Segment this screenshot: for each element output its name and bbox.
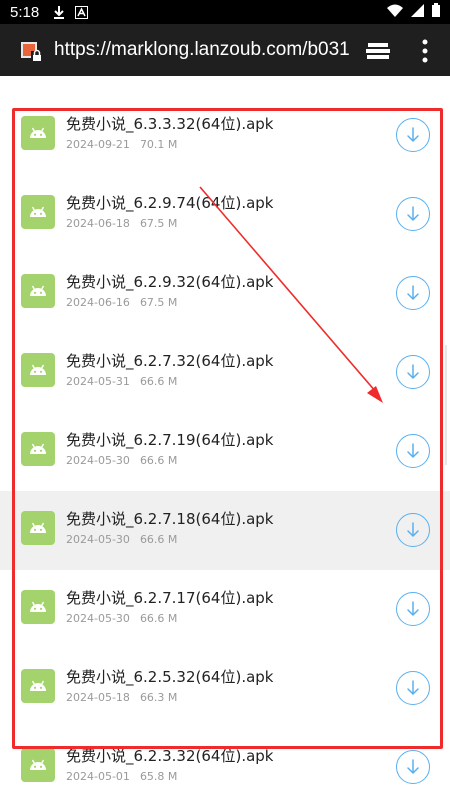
file-meta: 2024-06-18 67.5 M: [66, 217, 177, 231]
download-button[interactable]: [396, 750, 430, 784]
file-size: 65.8 M: [139, 770, 178, 783]
file-date: 2024-06-16: [66, 296, 130, 309]
a-icon: [75, 5, 89, 19]
android-app-icon: [21, 511, 55, 545]
file-row[interactable]: 免费小说_6.3.3.32(64位).apk 2024-09-21 70.1 M: [0, 96, 450, 175]
file-name[interactable]: 免费小说_6.2.9.74(64位).apk: [66, 193, 273, 213]
file-row[interactable]: 免费小说_6.2.9.32(64位).apk 2024-06-16 67.5 M: [0, 254, 450, 333]
file-row[interactable]: 免费小说_6.2.5.32(64位).apk 2024-05-18 66.3 M: [0, 649, 450, 728]
file-date: 2024-05-30: [66, 612, 130, 625]
file-size: 67.5 M: [139, 217, 178, 230]
file-meta: 2024-05-30 66.6 M: [66, 612, 177, 626]
file-row[interactable]: 免费小说_6.2.9.74(64位).apk 2024-06-18 67.5 M: [0, 175, 450, 254]
file-date: 2024-05-31: [66, 375, 130, 388]
file-row[interactable]: 免费小说_6.2.7.32(64位).apk 2024-05-31 66.6 M: [0, 333, 450, 412]
scrollbar[interactable]: [445, 345, 447, 465]
file-size: 66.6 M: [139, 533, 178, 546]
file-size: 66.6 M: [139, 375, 178, 388]
status-bar: 5:18: [0, 0, 450, 24]
download-arrow-icon: [407, 127, 419, 142]
download-button[interactable]: [396, 118, 430, 152]
android-app-icon: [21, 432, 55, 466]
site-icon[interactable]: [20, 40, 44, 64]
file-size: 70.1 M: [139, 138, 178, 151]
file-list: 免费小说_6.3.3.32(64位).apk 2024-09-21 70.1 M …: [0, 96, 450, 800]
file-meta: 2024-05-18 66.3 M: [66, 691, 177, 705]
file-meta: 2024-06-16 67.5 M: [66, 296, 177, 310]
status-time: 5:18: [10, 3, 40, 21]
file-size: 66.6 M: [139, 612, 178, 625]
tabs-icon[interactable]: [365, 40, 391, 62]
url-field[interactable]: https://marklong.lanzoub.com/b031: [54, 38, 349, 62]
overflow-menu-icon[interactable]: [420, 38, 430, 64]
file-meta: 2024-05-01 65.8 M: [66, 770, 177, 784]
download-icon: [53, 5, 65, 19]
android-app-icon: [21, 116, 55, 150]
download-arrow-icon: [407, 364, 419, 379]
download-button[interactable]: [396, 355, 430, 389]
android-app-icon: [21, 748, 55, 782]
file-row[interactable]: 免费小说_6.2.7.17(64位).apk 2024-05-30 66.6 M: [0, 570, 450, 649]
android-app-icon: [21, 353, 55, 387]
file-size: 66.6 M: [139, 454, 178, 467]
file-name[interactable]: 免费小说_6.2.3.32(64位).apk: [66, 746, 273, 766]
file-name[interactable]: 免费小说_6.2.9.32(64位).apk: [66, 272, 273, 292]
file-date: 2024-05-30: [66, 454, 130, 467]
file-meta: 2024-05-30 66.6 M: [66, 454, 177, 468]
download-arrow-icon: [407, 680, 419, 695]
android-app-icon: [21, 669, 55, 703]
file-meta: 2024-09-21 70.1 M: [66, 138, 177, 152]
file-date: 2024-05-18: [66, 691, 130, 704]
download-arrow-icon: [407, 206, 419, 221]
file-name[interactable]: 免费小说_6.2.7.32(64位).apk: [66, 351, 273, 371]
file-date: 2024-05-30: [66, 533, 130, 546]
download-button[interactable]: [396, 434, 430, 468]
file-name[interactable]: 免费小说_6.2.7.18(64位).apk: [66, 509, 273, 529]
download-arrow-icon: [407, 759, 419, 774]
download-button[interactable]: [396, 197, 430, 231]
android-app-icon: [21, 274, 55, 308]
battery-icon: [432, 3, 440, 21]
android-app-icon: [21, 590, 55, 624]
browser-url-bar: https://marklong.lanzoub.com/b031: [0, 24, 450, 76]
file-size: 67.5 M: [139, 296, 178, 309]
file-meta: 2024-05-30 66.6 M: [66, 533, 177, 547]
file-row[interactable]: 免费小说_6.2.7.18(64位).apk 2024-05-30 66.6 M: [0, 491, 450, 570]
file-size: 66.3 M: [139, 691, 178, 704]
download-button[interactable]: [396, 513, 430, 547]
download-button[interactable]: [396, 671, 430, 705]
download-arrow-icon: [407, 285, 419, 300]
file-date: 2024-05-01: [66, 770, 130, 783]
android-app-icon: [21, 195, 55, 229]
file-name[interactable]: 免费小说_6.2.7.19(64位).apk: [66, 430, 273, 450]
file-name[interactable]: 免费小说_6.2.7.17(64位).apk: [66, 588, 273, 608]
signal-icon: [411, 3, 424, 21]
file-name[interactable]: 免费小说_6.2.5.32(64位).apk: [66, 667, 273, 687]
file-name[interactable]: 免费小说_6.3.3.32(64位).apk: [66, 114, 273, 134]
download-button[interactable]: [396, 592, 430, 626]
wifi-icon: [387, 4, 403, 21]
download-arrow-icon: [407, 522, 419, 537]
download-arrow-icon: [407, 443, 419, 458]
download-button[interactable]: [396, 276, 430, 310]
file-date: 2024-09-21: [66, 138, 130, 151]
file-date: 2024-06-18: [66, 217, 130, 230]
file-row[interactable]: 免费小说_6.2.3.32(64位).apk 2024-05-01 65.8 M: [0, 728, 450, 800]
file-meta: 2024-05-31 66.6 M: [66, 375, 177, 389]
file-row[interactable]: 免费小说_6.2.7.19(64位).apk 2024-05-30 66.6 M: [0, 412, 450, 491]
download-arrow-icon: [407, 601, 419, 616]
